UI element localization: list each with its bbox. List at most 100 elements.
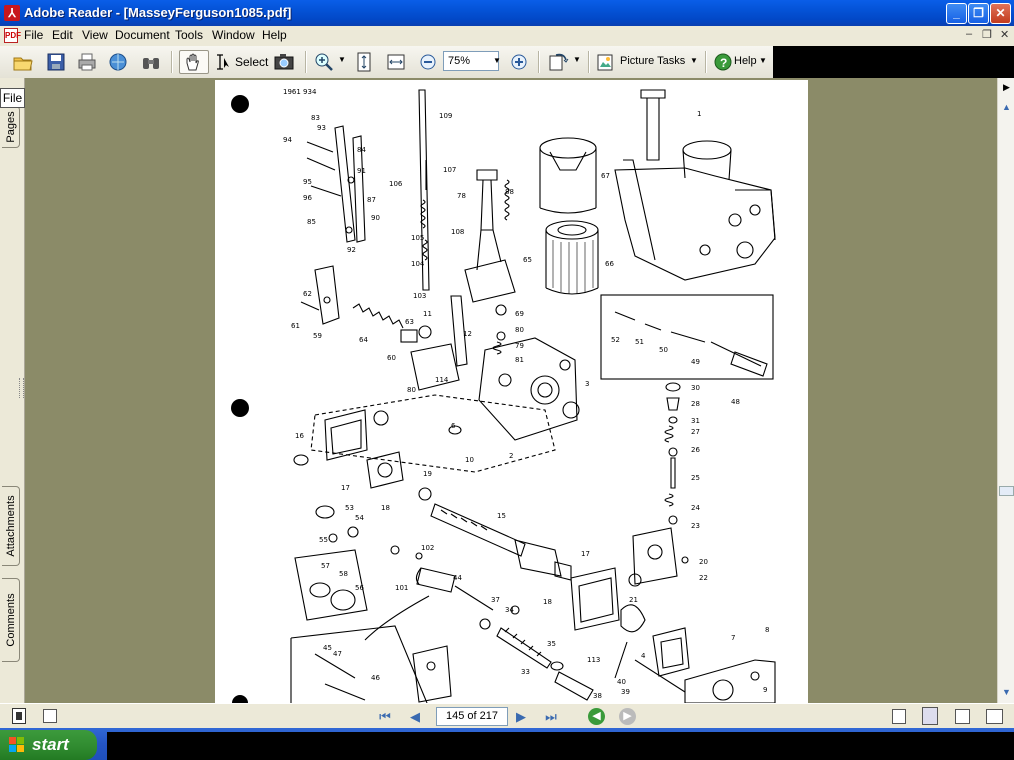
zoom-in-tool-icon[interactable]	[314, 52, 334, 72]
print-icon[interactable]	[77, 52, 97, 72]
binder-hole	[232, 695, 248, 703]
adobe-reader-icon[interactable]: ⅄	[4, 5, 20, 21]
zoom-tool-dropdown-icon[interactable]: ▼	[338, 55, 346, 64]
part-label: 27	[691, 428, 700, 436]
help-label[interactable]: Help	[734, 55, 757, 67]
zoom-out-icon[interactable]	[418, 52, 438, 72]
scroll-thumb[interactable]	[999, 486, 1014, 496]
toolbar-blank-area	[773, 46, 1014, 78]
part-label: 108	[451, 228, 464, 236]
part-label: 16	[295, 432, 304, 440]
part-label: 3	[585, 380, 589, 388]
menu-document[interactable]: Document	[115, 28, 170, 42]
search-binoculars-icon[interactable]	[141, 52, 161, 72]
email-icon[interactable]	[108, 52, 128, 72]
help-dropdown-icon[interactable]: ▼	[759, 56, 767, 65]
page-size-icon[interactable]	[43, 709, 57, 723]
minimize-button[interactable]: _	[946, 3, 967, 24]
part-label: 9	[763, 686, 767, 694]
open-folder-icon[interactable]	[13, 52, 33, 72]
menu-bar: PDF File Edit View Document Tools Window…	[0, 26, 1014, 46]
select-text-icon[interactable]	[213, 52, 233, 72]
zoom-dropdown-icon[interactable]: ▼	[493, 56, 501, 65]
navigation-panel: Pages Attachments Comments	[0, 78, 25, 703]
page-number-field[interactable]: 145 of 217	[436, 707, 508, 726]
hand-tool-button[interactable]	[179, 50, 209, 74]
go-forward-icon[interactable]: ▶	[619, 708, 636, 725]
menu-view[interactable]: View	[82, 28, 108, 42]
first-page-icon[interactable]: ⏮	[376, 708, 394, 726]
select-tool-label[interactable]: Select	[235, 55, 268, 69]
menu-window[interactable]: Window	[212, 28, 255, 42]
document-view[interactable]: 1961 934 83 93 94 84 91 95 96 87 85 90 9…	[25, 78, 997, 703]
part-label: 104	[411, 260, 425, 268]
part-label: 63	[405, 318, 414, 326]
close-button[interactable]: ✕	[990, 3, 1011, 24]
part-label: 103	[413, 292, 426, 300]
part-label: 57	[321, 562, 330, 570]
menu-file[interactable]: File	[24, 28, 43, 42]
pdf-document-icon[interactable]: PDF	[4, 28, 21, 43]
part-label: 88	[505, 188, 514, 196]
doc-restore-button[interactable]: ❐	[982, 28, 992, 41]
scroll-down-icon[interactable]: ▼	[999, 685, 1014, 700]
zoom-in-icon[interactable]	[509, 52, 529, 72]
part-label: 106	[389, 180, 403, 188]
part-label: 2	[509, 452, 513, 460]
help-icon[interactable]: ?	[713, 52, 733, 72]
doc-minimize-button[interactable]: –	[966, 28, 972, 40]
panel-expand-arrow-icon[interactable]: ▶	[999, 80, 1014, 95]
tab-pages[interactable]: Pages	[2, 106, 20, 148]
go-back-icon[interactable]: ◀	[588, 708, 605, 725]
part-label: 23	[691, 522, 700, 530]
picture-tasks-dropdown-icon[interactable]: ▼	[690, 56, 698, 65]
rotate-dropdown-icon[interactable]: ▼	[573, 55, 581, 64]
single-page-view-icon[interactable]	[892, 709, 906, 724]
vertical-scrollbar[interactable]: ▶ ▲ ▼	[997, 78, 1014, 703]
rotate-pages-icon[interactable]	[548, 52, 569, 72]
picture-tasks-label[interactable]: Picture Tasks	[620, 55, 685, 67]
tab-comments[interactable]: Comments	[2, 578, 20, 662]
menu-tools[interactable]: Tools	[175, 28, 203, 42]
menu-help[interactable]: Help	[262, 28, 287, 42]
status-bar: ⏮ ◀ 145 of 217 ▶ ⏭ ◀ ▶	[0, 703, 1014, 729]
part-label: 7	[731, 634, 735, 642]
part-label: 18	[543, 598, 552, 606]
taskbar-blank-area	[107, 732, 1014, 760]
actual-size-icon[interactable]	[354, 52, 374, 72]
exploded-parts-diagram: 1961 934 83 93 94 84 91 95 96 87 85 90 9…	[231, 88, 776, 703]
part-label: 8	[765, 626, 769, 634]
part-label: 12	[463, 330, 472, 338]
part-label: 62	[303, 290, 312, 298]
start-button[interactable]: start	[0, 730, 97, 760]
previous-page-icon[interactable]: ◀	[406, 708, 424, 726]
part-label: 92	[347, 246, 356, 254]
continuous-facing-view-icon[interactable]	[986, 709, 1003, 724]
part-label: 85	[307, 218, 316, 226]
doc-close-button[interactable]: ✕	[1000, 28, 1009, 41]
facing-view-icon[interactable]	[955, 709, 970, 724]
document-properties-icon[interactable]	[12, 708, 26, 724]
maximize-button[interactable]: ❐	[968, 3, 989, 24]
zoom-input[interactable]: 75%	[443, 51, 499, 71]
save-icon[interactable]	[46, 52, 66, 72]
part-label: 4	[641, 652, 646, 660]
part-label: 80	[515, 326, 524, 334]
next-page-icon[interactable]: ▶	[512, 708, 530, 726]
menu-edit[interactable]: Edit	[52, 28, 73, 42]
last-page-icon[interactable]: ⏭	[542, 708, 560, 726]
scroll-up-icon[interactable]: ▲	[999, 100, 1014, 115]
picture-tasks-icon[interactable]	[596, 52, 616, 72]
continuous-view-icon[interactable]	[922, 707, 938, 725]
snapshot-camera-icon[interactable]	[274, 52, 294, 72]
panel-resize-handle[interactable]	[19, 378, 24, 398]
part-label: 64	[359, 336, 368, 344]
part-label: 22	[699, 574, 708, 582]
part-label: 50	[659, 346, 668, 354]
part-label: 65	[523, 256, 532, 264]
part-label: 33	[521, 668, 530, 676]
fit-width-icon[interactable]	[386, 52, 406, 72]
part-label: 109	[439, 112, 452, 120]
tab-attachments[interactable]: Attachments	[2, 486, 20, 566]
part-label: 95	[303, 178, 312, 186]
